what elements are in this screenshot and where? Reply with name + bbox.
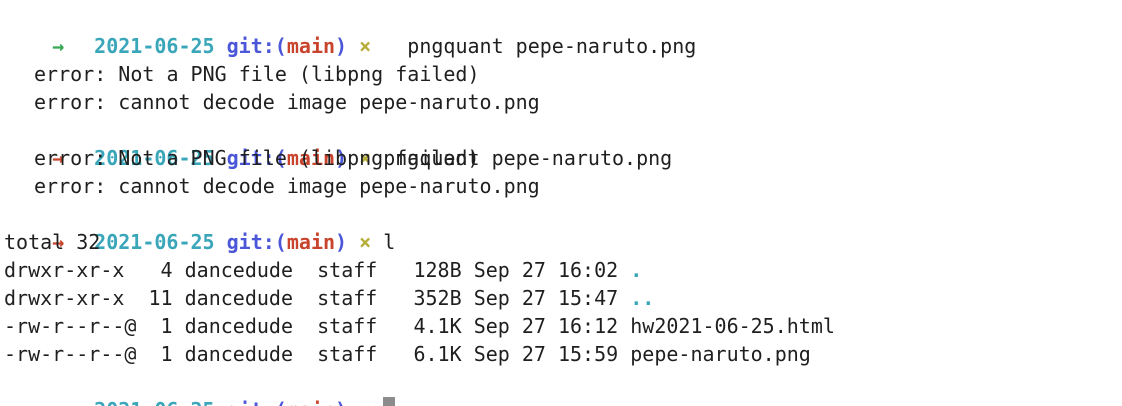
file-permissions: drwxr-xr-x: [4, 258, 137, 282]
file-date: Sep 27 16:12: [473, 314, 619, 338]
prompt-line: → 2021-06-25 git:(main) × pngquant pepe-n…: [4, 4, 696, 58]
file-group: staff: [317, 258, 378, 282]
prompt-line: → 2021-06-25 git:(main) × l: [4, 200, 395, 254]
prompt-arrow-icon: →: [52, 34, 65, 58]
dirty-marker-icon: ×: [359, 398, 371, 406]
listing-row: drwxr-xr-x 11 dancedude staff 352B Sep 2…: [4, 284, 654, 312]
file-size: 4.1K: [401, 314, 462, 338]
file-group: staff: [317, 314, 378, 338]
file-links: 11: [148, 286, 173, 310]
prompt-git-close: ): [335, 34, 348, 58]
error-line: error: Not a PNG file (libpng failed): [34, 146, 480, 170]
prompt-arrow-icon: →: [52, 396, 94, 406]
file-date: Sep 27 15:47: [473, 286, 619, 310]
file-permissions: -rw-r--r--@: [4, 314, 137, 338]
prompt-branch: main: [287, 398, 335, 406]
listing-row: -rw-r--r--@ 1 dancedude staff 4.1K Sep 2…: [4, 312, 835, 340]
file-links: 1: [148, 314, 173, 338]
error-line: error: Not a PNG file (libpng failed): [34, 62, 480, 86]
prompt-git-label: git:(: [227, 398, 287, 406]
file-links: 1: [148, 342, 173, 366]
listing-total: total 32: [4, 230, 101, 254]
file-group: staff: [317, 286, 378, 310]
prompt-git-close: ): [335, 398, 347, 406]
prompt-git-label: git:(: [226, 34, 287, 58]
file-owner: dancedude: [184, 342, 294, 366]
file-owner: dancedude: [184, 286, 294, 310]
prompt-branch: main: [286, 230, 336, 254]
file-owner: dancedude: [184, 314, 294, 338]
prompt-git-label: git:(: [226, 230, 287, 254]
terminal-window[interactable]: → 2021-06-25 git:(main) × pngquant pepe-n…: [0, 0, 1122, 406]
error-line: error: cannot decode image pepe-naruto.p…: [34, 90, 540, 114]
file-name: .: [630, 258, 643, 282]
file-date: Sep 27 16:02: [473, 258, 619, 282]
file-size: 128B: [401, 258, 462, 282]
prompt-branch: main: [286, 34, 336, 58]
file-date: Sep 27 15:59: [473, 342, 619, 366]
dirty-marker-icon: ×: [359, 34, 372, 58]
prompt-date: 2021-06-25: [94, 398, 214, 406]
file-links: 4: [148, 258, 173, 282]
file-permissions: -rw-r--r--@: [4, 342, 137, 366]
file-size: 352B: [401, 286, 462, 310]
file-size: 6.1K: [401, 342, 462, 366]
file-name: pepe-naruto.png: [630, 342, 811, 366]
prompt-date: 2021-06-25: [94, 230, 215, 254]
listing-row: -rw-r--r--@ 1 dancedude staff 6.1K Sep 2…: [4, 340, 811, 368]
file-name: ..: [630, 286, 655, 310]
file-permissions: drwxr-xr-x: [4, 286, 137, 310]
file-name: hw2021-06-25.html: [630, 314, 835, 338]
file-owner: dancedude: [184, 258, 294, 282]
dirty-marker-icon: ×: [359, 230, 372, 254]
command-text: l: [383, 230, 396, 254]
prompt-git-close: ): [335, 230, 348, 254]
command-text: pngquant pepe-naruto.png: [383, 34, 697, 58]
listing-row: drwxr-xr-x 4 dancedude staff 128B Sep 27…: [4, 256, 642, 284]
error-line: error: cannot decode image pepe-naruto.p…: [34, 174, 540, 198]
text-cursor[interactable]: [383, 397, 396, 406]
active-prompt-line[interactable]: →2021-06-25 git:(main) ×: [4, 368, 396, 406]
prompt-line: → 2021-06-25 git:(main) × pngquant pepe-n…: [4, 116, 672, 170]
file-group: staff: [317, 342, 378, 366]
prompt-date: 2021-06-25: [94, 34, 215, 58]
